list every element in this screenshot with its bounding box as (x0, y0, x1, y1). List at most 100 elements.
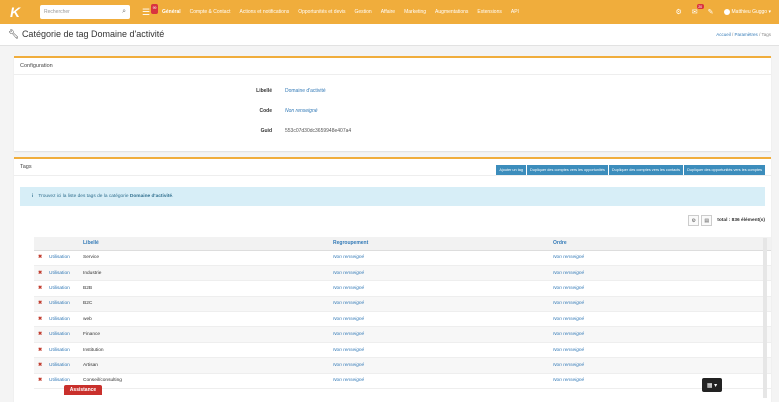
info-prefix: Trouvez ici la liste des tags de la caté… (38, 194, 129, 199)
search-icon[interactable]: ⌕ (122, 8, 126, 16)
table-scrollbar[interactable] (763, 238, 767, 398)
col-ordre[interactable]: Ordre (550, 237, 771, 251)
nav-item-affaire[interactable]: Affaire (381, 9, 395, 15)
tag-group[interactable]: Non renseigné (330, 342, 550, 359)
usage-link[interactable]: Utilisation (46, 296, 80, 313)
tag-order[interactable]: Non renseigné (550, 296, 771, 313)
calendar-icon[interactable]: ▦ ▾ (702, 378, 722, 392)
tag-label[interactable]: web (80, 311, 330, 328)
table-row: ✖ Utilisation B2C Non renseigné Non renseign… (34, 296, 771, 313)
field-label-guid: Guid (260, 128, 272, 134)
menu-badge: 99 (151, 3, 158, 14)
usage-link[interactable]: Utilisation (46, 311, 80, 328)
tag-order[interactable]: Non renseigné (550, 311, 771, 328)
usage-link[interactable]: Utilisation (46, 250, 80, 266)
delete-icon[interactable]: ✖ (34, 357, 46, 374)
delete-icon[interactable]: ✖ (34, 342, 46, 359)
tag-label[interactable]: Artisan (80, 357, 330, 374)
field-label-libelle: Libellé (256, 88, 272, 94)
delete-icon[interactable]: ✖ (34, 250, 46, 266)
delete-icon[interactable]: ✖ (34, 296, 46, 313)
tag-group[interactable]: Non renseigné (330, 326, 550, 343)
nav-item-actions[interactable]: Actions et notifications (239, 9, 289, 15)
configuration-heading: Configuration (14, 58, 771, 75)
topbar-right: ⚙ ✉ 20 ✎ Matthieu Guggo ▾ (665, 0, 771, 24)
nav-item-general[interactable]: Général (162, 9, 181, 15)
delete-icon[interactable]: ✖ (34, 280, 46, 297)
info-alert: i Trouvez ici la liste des tags de la ca… (20, 187, 765, 206)
tag-label[interactable]: Service (80, 250, 330, 266)
tag-label[interactable]: Conseil/consulting (80, 373, 330, 390)
tag-order[interactable]: Non renseigné (550, 373, 771, 390)
user-menu[interactable]: Matthieu Guggo ▾ (723, 9, 771, 15)
breadcrumb-parametres[interactable]: Paramètres (735, 32, 758, 37)
breadcrumb-accueil[interactable]: Accueil (716, 32, 731, 37)
col-regroupement[interactable]: Regroupement (330, 237, 550, 251)
search-box[interactable]: Rechercher ⌕ (40, 5, 130, 19)
delete-icon[interactable]: ✖ (34, 265, 46, 282)
menu-icon[interactable]: ☰ 99 (142, 3, 158, 17)
tag-group[interactable]: Non renseigné (330, 250, 550, 266)
tag-group[interactable]: Non renseigné (330, 280, 550, 297)
export-icon[interactable]: ▤ (701, 215, 713, 226)
nav-item-marketing[interactable]: Marketing (404, 9, 426, 15)
table-row: ✖ Utilisation Conseil/consulting Non rensei… (34, 373, 771, 390)
assistance-button[interactable]: Assistance (64, 385, 102, 395)
nav-item-augmentations[interactable]: Augmentations (435, 9, 468, 15)
tag-order[interactable]: Non renseigné (550, 280, 771, 297)
col-delete (34, 237, 46, 251)
tag-group[interactable]: Non renseigné (330, 265, 550, 282)
nav-item-gestion[interactable]: Gestion (354, 9, 371, 15)
tag-order[interactable]: Non renseigné (550, 326, 771, 343)
tag-label[interactable]: B2B (80, 280, 330, 297)
delete-icon[interactable]: ✖ (34, 311, 46, 328)
info-category: Domaine d'activité (129, 194, 173, 199)
delete-icon[interactable]: ✖ (34, 373, 46, 390)
nav-item-api[interactable]: API (511, 9, 519, 15)
usage-link[interactable]: Utilisation (46, 357, 80, 374)
tag-label[interactable]: B2C (80, 296, 330, 313)
top-navbar: K Rechercher ⌕ ☰ 99 Général Compte & Cont… (0, 0, 779, 24)
tag-order[interactable]: Non renseigné (550, 265, 771, 282)
app-logo[interactable]: K (0, 0, 30, 24)
dup-accounts-opps-button[interactable]: Dupliquer des comptes vers les opportuni… (526, 165, 608, 175)
pin-icon[interactable]: ✎ (708, 8, 714, 16)
table-row: ✖ Utilisation Industrie Non renseigné Non re… (34, 265, 771, 282)
tag-group[interactable]: Non renseigné (330, 357, 550, 374)
tag-order[interactable]: Non renseigné (550, 342, 771, 359)
add-tag-button[interactable]: Ajouter un tag (496, 165, 526, 175)
gear-icon[interactable]: ⚙ (675, 8, 681, 16)
bell-icon[interactable]: ✉ 20 (692, 4, 704, 16)
tag-group[interactable]: Non renseigné (330, 311, 550, 328)
tag-order[interactable]: Non renseigné (550, 250, 771, 266)
tags-actions: Ajouter un tag Dupliquer des comptes ver… (495, 165, 765, 175)
tag-label[interactable]: Industrie (80, 265, 330, 282)
avatar (723, 9, 730, 15)
main-nav: Général Compte & Contact Actions et noti… (162, 9, 528, 15)
usage-link[interactable]: Utilisation (46, 265, 80, 282)
page-title: 🔧︎ Catégorie de tag Domaine d'activité (8, 29, 165, 39)
nav-item-opportunites[interactable]: Opportunités et devis (298, 9, 345, 15)
tag-label[interactable]: Institution (80, 342, 330, 359)
search-input[interactable]: Rechercher (44, 9, 70, 15)
dup-opps-accounts-button[interactable]: Dupliquer des opportunités vers les comp… (684, 165, 765, 175)
tag-label[interactable]: Finance (80, 326, 330, 343)
dup-accounts-contacts-button[interactable]: Dupliquer des comptes vers les contacts (608, 165, 684, 175)
delete-icon[interactable]: ✖ (34, 326, 46, 343)
tag-order[interactable]: Non renseigné (550, 357, 771, 374)
tag-group[interactable]: Non renseigné (330, 296, 550, 313)
table-row: ✖ Utilisation Finance Non renseigné Non rens… (34, 326, 771, 343)
table-row: ✖ Utilisation web Non renseigné Non renseign… (34, 311, 771, 328)
usage-link[interactable]: Utilisation (46, 326, 80, 343)
nav-item-compte-contact[interactable]: Compte & Contact (190, 9, 231, 15)
tags-panel: Tags Ajouter un tag Dupliquer des compte… (14, 157, 771, 402)
tag-group[interactable]: Non renseigné (330, 373, 550, 390)
col-libelle[interactable]: Libellé (80, 237, 330, 251)
usage-link[interactable]: Utilisation (46, 280, 80, 297)
total-count: total : 836 élément(s) (717, 218, 765, 223)
page-title-text: Catégorie de tag Domaine d'activité (21, 29, 165, 39)
usage-link[interactable]: Utilisation (46, 342, 80, 359)
nav-item-extensions[interactable]: Extensions (477, 9, 501, 15)
info-icon: i (32, 194, 34, 199)
settings-icon[interactable]: ⚙ (688, 215, 700, 226)
